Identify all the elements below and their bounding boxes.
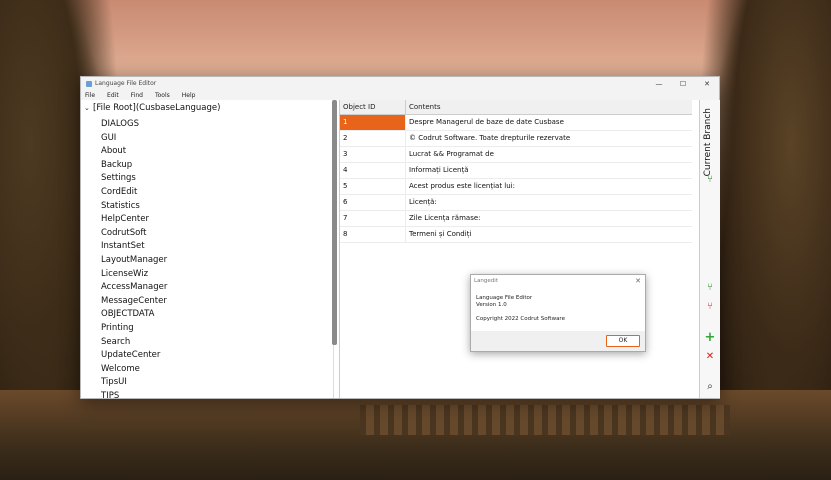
- table-row[interactable]: 8 Termeni și Condiți: [340, 227, 692, 243]
- chevron-down-icon[interactable]: ⌄: [84, 104, 93, 112]
- dialog-close-icon[interactable]: ✕: [631, 277, 645, 285]
- cell-object-id[interactable]: 7: [340, 211, 406, 226]
- branch-remove-icon[interactable]: ⑂: [704, 301, 716, 313]
- tree-item[interactable]: CordEdit: [101, 186, 167, 200]
- table-row[interactable]: 4 Informați Licență: [340, 163, 692, 179]
- table-rows: 1 Despre Managerul de baze de date Cusbas…: [340, 115, 692, 243]
- table-row[interactable]: 5 Acest produs este licențiat lui:: [340, 179, 692, 195]
- menu-edit[interactable]: Edit: [107, 92, 119, 99]
- tree-scrollbar[interactable]: [332, 100, 337, 345]
- ok-button[interactable]: OK: [606, 335, 640, 347]
- table-row[interactable]: 3 Lucrat && Programat de: [340, 147, 692, 163]
- dialog-footer: OK: [471, 331, 645, 351]
- cell-object-id[interactable]: 3: [340, 147, 406, 162]
- delete-icon[interactable]: ✕: [704, 351, 716, 363]
- tree-item[interactable]: DIALOGS: [101, 118, 167, 132]
- cell-contents[interactable]: Zile Licența rămase:: [406, 211, 692, 226]
- tree-item[interactable]: LayoutManager: [101, 254, 167, 268]
- cell-object-id[interactable]: 1: [340, 115, 406, 130]
- table-row[interactable]: 2 © Codrut Software. Toate drepturile rez…: [340, 131, 692, 147]
- table-row[interactable]: 1 Despre Managerul de baze de date Cusbas…: [340, 115, 692, 131]
- menu-find[interactable]: Find: [131, 92, 143, 99]
- cell-object-id[interactable]: 4: [340, 163, 406, 178]
- table-row[interactable]: 6 Licență:: [340, 195, 692, 211]
- dialog-body: Language File Editor Version 1.0 Copyrig…: [471, 287, 645, 323]
- tree-item[interactable]: TIPS: [101, 390, 167, 398]
- cell-contents[interactable]: Termeni și Condiți: [406, 227, 692, 242]
- cell-object-id[interactable]: 2: [340, 131, 406, 146]
- tree-item[interactable]: TipsUI: [101, 376, 167, 390]
- tree-root-label: [File Root](CusbaseLanguage): [93, 103, 221, 113]
- menu-file[interactable]: File: [85, 92, 95, 99]
- tree-item[interactable]: Settings: [101, 172, 167, 186]
- dialog-title-bar[interactable]: Langedit ✕: [471, 275, 645, 287]
- column-header-contents[interactable]: Contents: [406, 100, 692, 114]
- branch-add-icon[interactable]: ⑂: [704, 282, 716, 294]
- table-header: Object ID Contents: [340, 100, 692, 115]
- desktop-bridge: [360, 405, 730, 435]
- tree-item[interactable]: CodrutSoft: [101, 227, 167, 241]
- tree-item[interactable]: Welcome: [101, 363, 167, 377]
- tree-item[interactable]: GUI: [101, 132, 167, 146]
- tree-item[interactable]: About: [101, 145, 167, 159]
- object-table: Object ID Contents 1 Despre Managerul de …: [339, 100, 692, 398]
- cell-contents[interactable]: Lucrat && Programat de: [406, 147, 692, 162]
- branch-icon[interactable]: ⑂: [704, 174, 716, 186]
- tree-item[interactable]: Statistics: [101, 200, 167, 214]
- search-icon[interactable]: ⌕: [704, 381, 716, 393]
- close-button[interactable]: ✕: [695, 80, 719, 88]
- cell-contents[interactable]: Acest produs este licențiat lui:: [406, 179, 692, 194]
- dialog-version: Version 1.0: [476, 302, 507, 308]
- tree-item[interactable]: LicenseWiz: [101, 268, 167, 282]
- dialog-app-name: Language File Editor: [476, 295, 533, 301]
- tree-item[interactable]: Search: [101, 336, 167, 350]
- add-icon[interactable]: +: [704, 331, 716, 344]
- window-title: Language File Editor: [95, 80, 157, 87]
- about-dialog: Langedit ✕ Language File Editor Version …: [470, 274, 646, 352]
- tree-item[interactable]: Printing: [101, 322, 167, 336]
- menu-help[interactable]: Help: [182, 92, 196, 99]
- tree-item[interactable]: InstantSet: [101, 240, 167, 254]
- tree-item[interactable]: HelpCenter: [101, 213, 167, 227]
- desktop-ground: [0, 390, 831, 480]
- cell-contents[interactable]: Informați Licență: [406, 163, 692, 178]
- minimize-button[interactable]: —: [647, 80, 671, 88]
- current-branch-tab[interactable]: Current Branch: [703, 108, 713, 176]
- title-bar[interactable]: Language File Editor — ☐ ✕: [81, 77, 719, 90]
- tree-item[interactable]: OBJECTDATA: [101, 308, 167, 322]
- column-header-object-id[interactable]: Object ID: [340, 100, 406, 114]
- cell-object-id[interactable]: 6: [340, 195, 406, 210]
- cell-object-id[interactable]: 8: [340, 227, 406, 242]
- maximize-button[interactable]: ☐: [671, 80, 695, 88]
- cell-contents[interactable]: Licență:: [406, 195, 692, 210]
- menu-bar: File Edit Find Tools Help: [81, 90, 719, 100]
- dialog-title: Langedit: [474, 278, 498, 284]
- cell-contents[interactable]: Despre Managerul de baze de date Cusbase: [406, 115, 692, 130]
- tree-item[interactable]: AccessManager: [101, 281, 167, 295]
- tree-items: DIALOGS GUI About Backup Settings CordEdit Sta…: [101, 118, 167, 398]
- dialog-copyright: Copyright 2022 Codrut Software: [476, 316, 565, 322]
- tree-view: ⌄ [File Root](CusbaseLanguage) DIALOGS GU…: [81, 100, 334, 398]
- cell-contents[interactable]: © Codrut Software. Toate drepturile reze…: [406, 131, 692, 146]
- tree-item[interactable]: MessageCenter: [101, 295, 167, 309]
- tree-root-node[interactable]: ⌄ [File Root](CusbaseLanguage): [84, 103, 220, 113]
- right-toolbar: Current Branch ⑂ ⑂ ⑂ + ✕ ⌕: [699, 100, 720, 398]
- table-row[interactable]: 7 Zile Licența rămase:: [340, 211, 692, 227]
- menu-tools[interactable]: Tools: [155, 92, 170, 99]
- app-icon: [86, 80, 92, 87]
- tree-item[interactable]: Backup: [101, 159, 167, 173]
- cell-object-id[interactable]: 5: [340, 179, 406, 194]
- tree-item[interactable]: UpdateCenter: [101, 349, 167, 363]
